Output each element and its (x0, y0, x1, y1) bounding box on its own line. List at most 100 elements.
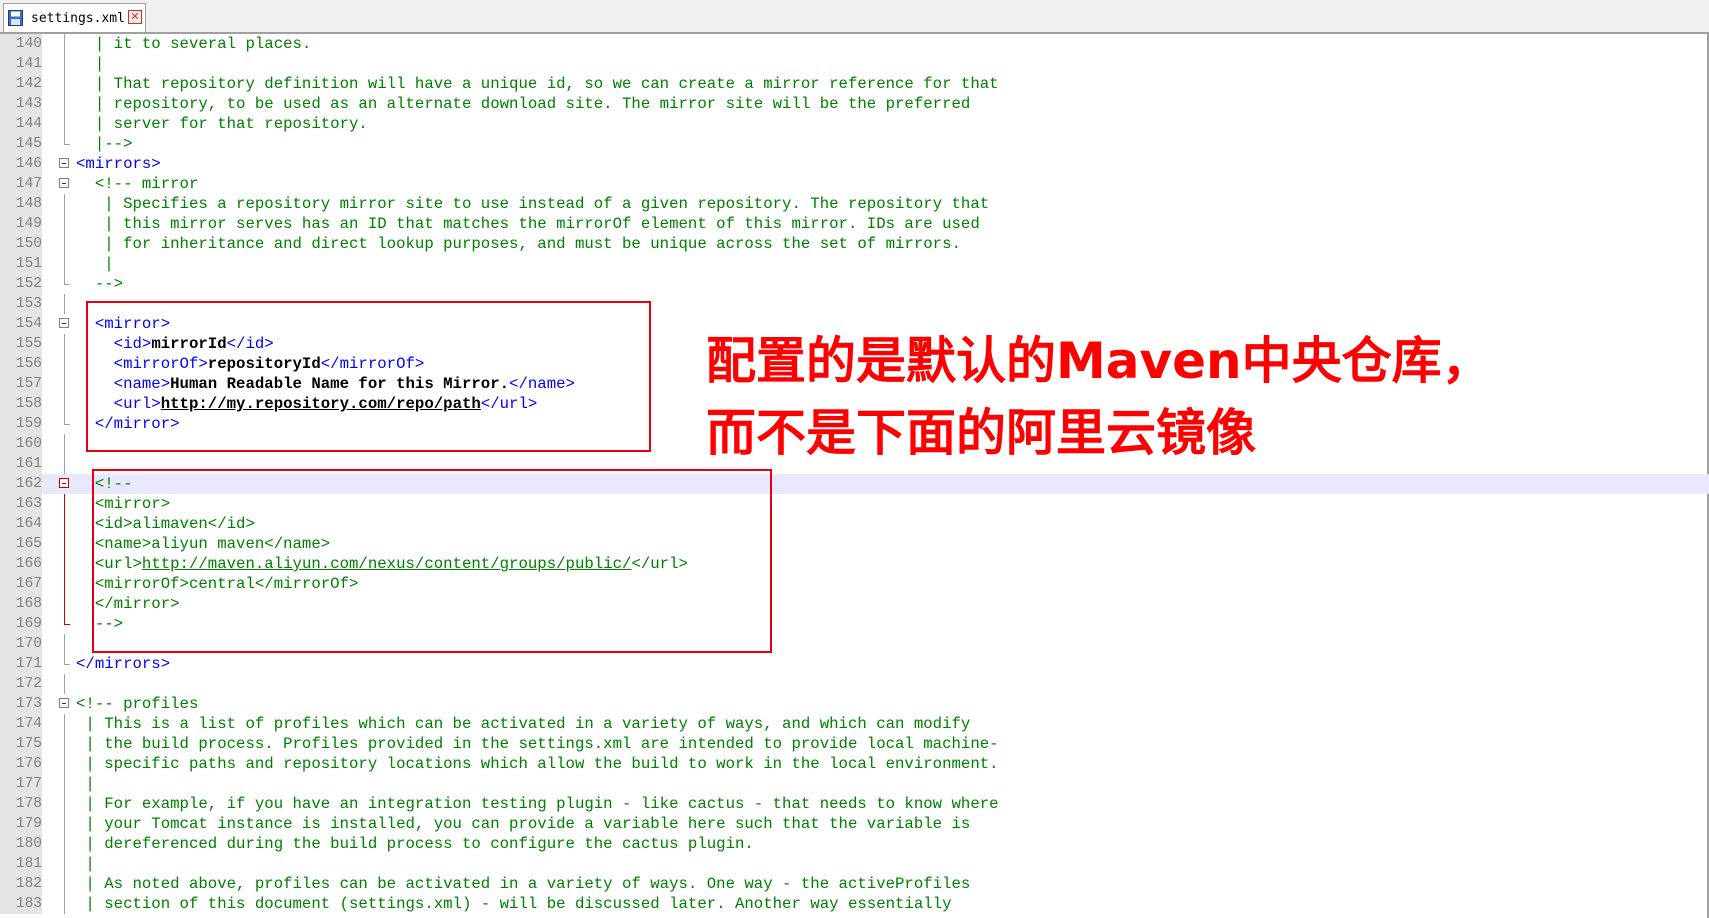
code-text[interactable]: <mirrors> (76, 154, 161, 174)
code-line[interactable]: 178 | For example, if you have an integr… (0, 794, 1709, 814)
code-line[interactable]: 151 | (0, 254, 1709, 274)
code-line[interactable]: 171 </mirrors> (0, 654, 1709, 674)
code-line[interactable]: 182 | As noted above, profiles can be ac… (0, 874, 1709, 894)
code-line[interactable]: 183 | section of this document (settings… (0, 894, 1709, 914)
fold-guide (64, 454, 65, 474)
fold-marker (58, 254, 74, 274)
code-text[interactable]: | That repository definition will have a… (76, 74, 999, 94)
fold-marker[interactable] (58, 694, 74, 714)
fold-end-guide (64, 614, 70, 625)
code-text[interactable]: | specific paths and repository location… (76, 754, 999, 774)
fold-marker[interactable] (58, 174, 74, 194)
fold-marker (58, 334, 74, 354)
code-token: | dereferenced during the build process … (76, 835, 754, 853)
code-text[interactable]: | your Tomcat instance is installed, you… (76, 814, 970, 834)
code-line[interactable]: 148 | Specifies a repository mirror site… (0, 194, 1709, 214)
fold-toggle-icon[interactable] (59, 158, 69, 168)
line-number: 160 (0, 434, 42, 454)
code-text[interactable]: | (76, 254, 113, 274)
save-file-icon (8, 10, 23, 26)
code-text[interactable]: | it to several places. (76, 34, 312, 54)
code-line[interactable]: 142 | That repository definition will ha… (0, 74, 1709, 94)
code-line[interactable]: 181 | (0, 854, 1709, 874)
line-number: 170 (0, 634, 42, 654)
code-line[interactable]: 145 |--> (0, 134, 1709, 154)
code-line[interactable]: 173 <!-- profiles (0, 694, 1709, 714)
fold-toggle-icon[interactable] (59, 698, 69, 708)
fold-end-guide (64, 654, 70, 665)
line-number: 173 (0, 694, 42, 714)
code-line[interactable]: 150 | for inheritance and direct lookup … (0, 234, 1709, 254)
fold-marker (58, 54, 74, 74)
line-number: 142 (0, 74, 42, 94)
code-text[interactable]: | server for that repository. (76, 114, 368, 134)
code-text[interactable]: | (76, 54, 104, 74)
code-text[interactable]: | (76, 774, 94, 794)
fold-guide (64, 794, 65, 814)
fold-marker[interactable] (58, 474, 74, 494)
fold-marker (58, 734, 74, 754)
code-text[interactable]: | Specifies a repository mirror site to … (76, 194, 989, 214)
code-line[interactable]: 179 | your Tomcat instance is installed,… (0, 814, 1709, 834)
fold-marker[interactable] (58, 154, 74, 174)
line-number: 183 (0, 894, 42, 914)
tab-label: settings.xml (31, 11, 125, 26)
code-token: | specific paths and repository location… (76, 755, 999, 773)
line-number: 143 (0, 94, 42, 114)
line-number: 141 (0, 54, 42, 74)
fold-guide (64, 114, 65, 134)
code-token: | for inheritance and direct lookup purp… (76, 235, 961, 253)
code-text[interactable]: | (76, 854, 94, 874)
fold-marker (58, 214, 74, 234)
fold-marker (58, 34, 74, 54)
fold-toggle-icon[interactable] (59, 478, 69, 488)
code-line[interactable]: 177 | (0, 774, 1709, 794)
code-line[interactable]: 176 | specific paths and repository loca… (0, 754, 1709, 774)
code-text[interactable]: |--> (76, 134, 133, 154)
fold-guide (64, 534, 65, 554)
code-text[interactable]: | repository, to be used as an alternate… (76, 94, 971, 114)
code-line[interactable]: 175 | the build process. Profiles provid… (0, 734, 1709, 754)
code-text[interactable]: | for inheritance and direct lookup purp… (76, 234, 961, 254)
line-number: 163 (0, 494, 42, 514)
code-line[interactable]: 144 | server for that repository. (0, 114, 1709, 134)
fold-marker (58, 634, 74, 654)
code-text[interactable]: | This is a list of profiles which can b… (76, 714, 970, 734)
fold-guide (64, 54, 65, 74)
code-text[interactable]: --> (76, 274, 123, 294)
code-line[interactable]: 146 <mirrors> (0, 154, 1709, 174)
code-token: <!-- profiles (76, 695, 199, 713)
code-text[interactable]: <!-- mirror (76, 174, 199, 194)
code-text[interactable]: | section of this document (settings.xml… (76, 894, 951, 914)
code-line[interactable]: 152 --> (0, 274, 1709, 294)
line-number: 149 (0, 214, 42, 234)
code-text[interactable]: </mirrors> (76, 654, 170, 674)
fold-toggle-icon[interactable] (59, 178, 69, 188)
code-line[interactable]: 147 <!-- mirror (0, 174, 1709, 194)
code-line[interactable]: 149 | this mirror serves has an ID that … (0, 214, 1709, 234)
line-number: 171 (0, 654, 42, 674)
fold-marker[interactable] (58, 314, 74, 334)
code-text[interactable]: | For example, if you have an integratio… (76, 794, 998, 814)
fold-guide (64, 34, 65, 54)
tab-settings-xml[interactable]: settings.xml ✕ (3, 3, 146, 32)
code-line[interactable]: 174 | This is a list of profiles which c… (0, 714, 1709, 734)
code-text[interactable]: | As noted above, profiles can be activa… (76, 874, 970, 894)
code-line[interactable]: 141 | (0, 54, 1709, 74)
code-text[interactable]: | this mirror serves has an ID that matc… (76, 214, 980, 234)
code-text[interactable]: <!-- profiles (76, 694, 198, 714)
code-line[interactable]: 172 (0, 674, 1709, 694)
code-line[interactable]: 140 | it to several places. (0, 34, 1709, 54)
fold-toggle-icon[interactable] (59, 318, 69, 328)
fold-guide (64, 354, 65, 374)
code-line[interactable]: 143 | repository, to be used as an alter… (0, 94, 1709, 114)
code-line[interactable]: 180 | dereferenced during the build proc… (0, 834, 1709, 854)
code-text[interactable]: | dereferenced during the build process … (76, 834, 754, 854)
code-token: </mirrors> (76, 655, 171, 673)
code-text[interactable]: | the build process. Profiles provided i… (76, 734, 998, 754)
code-token: | repository, to be used as an alternate… (76, 95, 971, 113)
fold-guide (64, 594, 65, 614)
fold-marker (58, 114, 74, 134)
close-tab-icon[interactable]: ✕ (128, 10, 142, 24)
line-number: 150 (0, 234, 42, 254)
